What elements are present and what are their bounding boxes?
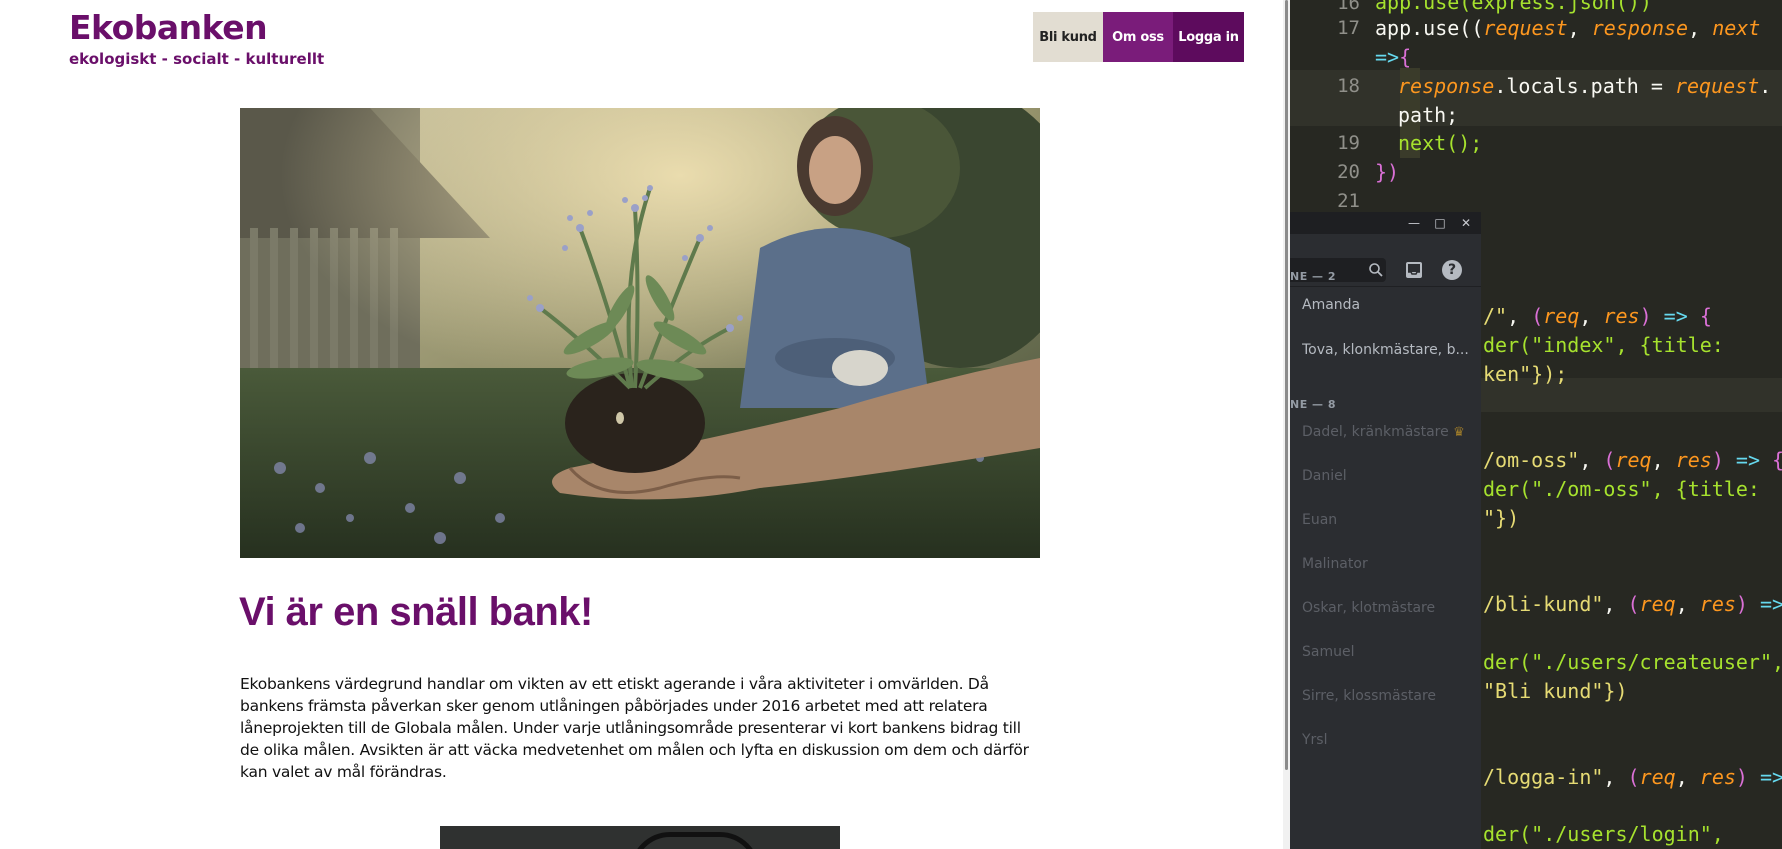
intro-paragraph: Ekobankens värdegrund handlar om vikten …	[240, 675, 1029, 781]
member-item[interactable]: Tova, klonkmästare, b...	[1302, 342, 1478, 358]
member-item[interactable]: Daniel	[1302, 468, 1478, 484]
member-item[interactable]: Amanda	[1302, 297, 1478, 313]
member-item[interactable]: Samuel	[1302, 644, 1478, 660]
browser-page: Ekobanken ekologiskt - socialt - kulture…	[0, 0, 1290, 849]
nav-logga-in-button[interactable]: Logga in	[1173, 12, 1244, 62]
code-fragment: "Bli kund"})	[1483, 679, 1628, 703]
site-title[interactable]: Ekobanken	[69, 8, 268, 47]
member-item[interactable]: Oskar, klotmästare	[1302, 600, 1478, 616]
page-scrollbar-thumb[interactable]	[1285, 0, 1288, 770]
member-item[interactable]: Sirre, klossmästare	[1302, 688, 1478, 704]
hero-image	[240, 108, 1040, 558]
code-fragment: /", (req, res) => {	[1483, 304, 1712, 328]
line-number: 20	[1337, 161, 1360, 183]
code-line-17: app.use((request, response, next	[1375, 16, 1761, 40]
close-icon[interactable]: ✕	[1458, 215, 1474, 231]
code-fragment: /om-oss", (req, res) => {	[1483, 448, 1782, 472]
code-fragment: der("./om-oss", {title:	[1483, 477, 1760, 501]
second-image	[440, 826, 840, 849]
page-headline: Vi är en snäll bank!	[239, 590, 593, 634]
line-number: 21	[1337, 190, 1360, 212]
member-item[interactable]: Yrsl	[1302, 732, 1478, 748]
chat-titlebar[interactable]: — □ ✕	[1290, 212, 1481, 234]
code-fragment: der("./users/login",	[1483, 822, 1724, 846]
maximize-icon[interactable]: □	[1432, 215, 1448, 231]
code-line-16: app.use(express.json())	[1375, 0, 1652, 14]
member-section-online: NE — 2	[1290, 270, 1337, 283]
minimize-icon[interactable]: —	[1406, 215, 1422, 231]
code-fragment: der("./users/createuser",	[1483, 650, 1782, 674]
member-item[interactable]: Dadel, kränkmästare ♛	[1302, 424, 1478, 440]
member-item[interactable]: Malinator	[1302, 556, 1478, 572]
line-number: 16	[1337, 0, 1360, 14]
code-fragment: ken"});	[1483, 362, 1568, 386]
code-line-18: response.locals.path = request.	[1398, 74, 1772, 98]
code-fragment: der("index", {title:	[1483, 333, 1724, 357]
site-tagline: ekologiskt - socialt - kulturellt	[69, 50, 325, 68]
chat-window: — □ ✕ ? NE — 2 Amanda Tova, klonkmästare…	[1290, 212, 1481, 849]
code-fragment: /logga-in", (req, res) =>	[1483, 765, 1782, 789]
line-number: 18	[1337, 75, 1360, 97]
search-icon[interactable]	[1368, 262, 1384, 278]
line-number: 19	[1337, 132, 1360, 154]
code-fragment: "})	[1483, 506, 1520, 530]
code-line-17-wrap: =>{	[1375, 45, 1412, 69]
nav-om-oss-button[interactable]: Om oss	[1103, 12, 1173, 62]
crown-icon: ♛	[1453, 425, 1465, 440]
code-line-18-wrap: path;	[1398, 103, 1459, 127]
main-nav: Bli kund Om oss Logga in	[1033, 12, 1244, 62]
member-section-offline: NE — 8	[1290, 398, 1337, 411]
code-line-20: })	[1375, 160, 1400, 184]
help-icon[interactable]: ?	[1442, 260, 1462, 280]
member-item[interactable]: Euan	[1302, 512, 1478, 528]
code-line-19: next();	[1398, 131, 1483, 155]
nav-bli-kund-button[interactable]: Bli kund	[1033, 12, 1103, 62]
code-fragment: /bli-kund", (req, res) =>	[1483, 592, 1782, 616]
inbox-icon[interactable]	[1404, 260, 1424, 280]
line-number: 17	[1337, 17, 1360, 39]
